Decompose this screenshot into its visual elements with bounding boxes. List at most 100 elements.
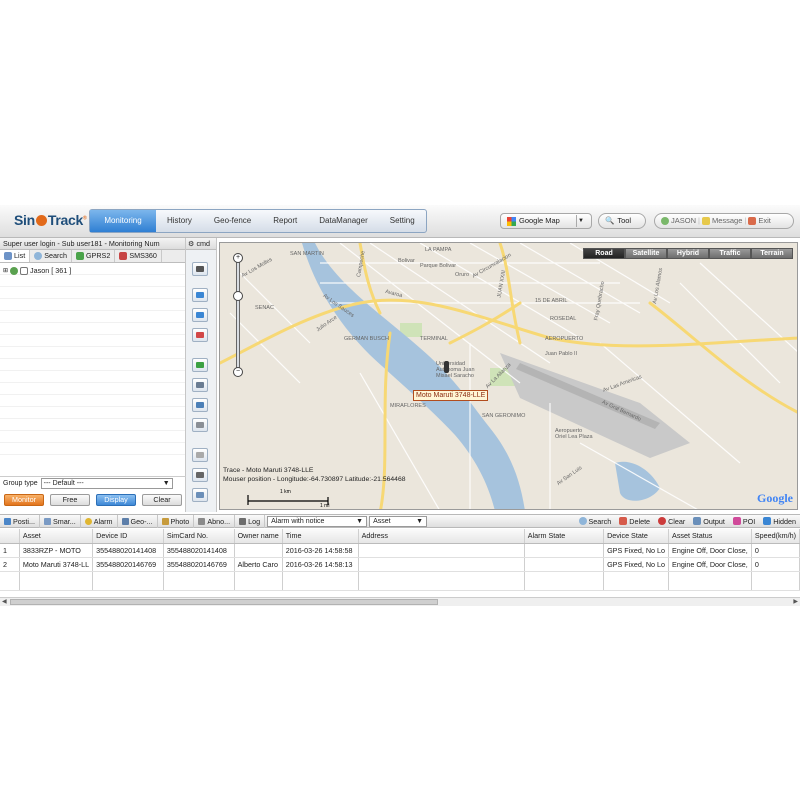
cell: 355488020146769 bbox=[163, 557, 235, 572]
map-type-traffic[interactable]: Traffic bbox=[709, 248, 751, 259]
nav-history[interactable]: History bbox=[156, 210, 203, 232]
command-toolbar: ⚙ cmd bbox=[186, 238, 217, 512]
google-map-icon bbox=[507, 216, 516, 226]
tab-gprs[interactable]: GPRS2 bbox=[72, 250, 116, 262]
cmd-monitor-button[interactable] bbox=[192, 378, 208, 392]
cmd-stop-button[interactable] bbox=[192, 328, 208, 342]
nav-geo-fence[interactable]: Geo-fence bbox=[203, 210, 262, 232]
trace-info: Trace - Moto Maruti 3748-LLE Mouser posi… bbox=[223, 466, 406, 484]
user-name[interactable]: JASON bbox=[671, 214, 696, 228]
map-provider-select[interactable]: Google Map ▼ bbox=[500, 213, 592, 229]
col-owner[interactable]: Owner name bbox=[234, 529, 283, 544]
cmd-phone-button[interactable] bbox=[192, 358, 208, 372]
col-asset[interactable]: Asset bbox=[19, 529, 94, 544]
monitor-button[interactable]: Monitor bbox=[4, 494, 44, 506]
delete-button[interactable]: Delete bbox=[615, 517, 654, 526]
tab-geo[interactable]: Geo-... bbox=[118, 514, 158, 528]
tab-search[interactable]: Search bbox=[30, 250, 72, 262]
map-type-road[interactable]: Road bbox=[583, 248, 625, 259]
vehicle-label[interactable]: Moto Maruti 3748-LLE bbox=[413, 390, 489, 401]
cmd-forward-button[interactable] bbox=[192, 308, 208, 322]
zoom-out-button[interactable]: − bbox=[233, 367, 243, 377]
zoom-in-button[interactable]: + bbox=[233, 253, 243, 263]
message-icon bbox=[701, 217, 710, 225]
col-device-state[interactable]: Device State bbox=[603, 529, 670, 544]
scroll-right-icon[interactable]: ▶ bbox=[793, 598, 798, 605]
col-asset-status[interactable]: Asset Status bbox=[668, 529, 752, 544]
sms-icon bbox=[119, 252, 128, 260]
nav-monitoring[interactable]: Monitoring bbox=[90, 210, 156, 232]
exit-link[interactable]: Exit bbox=[758, 214, 771, 228]
tool-icon: 🔍 bbox=[605, 216, 615, 225]
tab-sms[interactable]: SMS360 bbox=[115, 250, 162, 262]
cmd-photo-button[interactable] bbox=[192, 398, 208, 412]
map-label: AEROPUERTO bbox=[545, 336, 584, 342]
table-row[interactable]: 1 3833RZP - MOTO 355488020141408 3554880… bbox=[0, 543, 800, 558]
col-time[interactable]: Time bbox=[282, 529, 359, 544]
free-button[interactable]: Free bbox=[50, 494, 90, 506]
cmd-settings-button[interactable] bbox=[192, 418, 208, 432]
col-speed[interactable]: Speed(km/h) bbox=[751, 529, 800, 544]
zoom-slider[interactable] bbox=[236, 261, 240, 369]
tab-log[interactable]: Log bbox=[235, 514, 266, 528]
tab-alarm[interactable]: Alarm bbox=[81, 514, 118, 528]
map-view[interactable]: + − Road Satellite Hybrid Traffic Terrai… bbox=[219, 242, 798, 510]
output-button[interactable]: Output bbox=[689, 517, 729, 526]
tab-position[interactable]: Posti... bbox=[0, 514, 40, 528]
table-row[interactable]: 2 Moto Maruti 3748-LL 355488020146769 35… bbox=[0, 557, 800, 572]
group-type-select[interactable]: --- Default --- ▼ bbox=[40, 478, 173, 489]
cell: 0 bbox=[751, 543, 800, 558]
top-bar: Sin Track® Monitoring History Geo-fence R… bbox=[0, 205, 800, 238]
cell: Engine Off, Door Close, bbox=[668, 543, 752, 558]
clear-grid-button[interactable]: Clear bbox=[654, 517, 689, 526]
hidden-button[interactable]: Hidden bbox=[759, 517, 800, 526]
col-device-id[interactable]: Device ID bbox=[92, 529, 164, 544]
tab-smart[interactable]: Smar... bbox=[40, 514, 81, 528]
cell: GPS Fixed, No Lo bbox=[603, 543, 670, 558]
vehicle-marker-icon[interactable] bbox=[444, 361, 449, 373]
col-simcard[interactable]: SimCard No. bbox=[163, 529, 235, 544]
tab-photo[interactable]: Photo bbox=[158, 514, 195, 528]
cmd-filter-button[interactable] bbox=[192, 448, 208, 462]
main-nav: Monitoring History Geo-fence Report Data… bbox=[89, 209, 427, 233]
group-type-row: Group type --- Default --- ▼ bbox=[0, 476, 186, 490]
col-address[interactable]: Address bbox=[358, 529, 525, 544]
cmd-more-button[interactable] bbox=[192, 488, 208, 502]
clear-button[interactable]: Clear bbox=[142, 494, 182, 506]
horizontal-scrollbar[interactable]: ◀ ▶ bbox=[0, 597, 800, 606]
tree-item-jason[interactable]: ⊞ Jason [ 361 ] bbox=[3, 265, 182, 276]
nav-datamanager[interactable]: DataManager bbox=[308, 210, 378, 232]
tool-button[interactable]: 🔍 Tool bbox=[598, 213, 646, 229]
nav-report[interactable]: Report bbox=[262, 210, 308, 232]
asset-filter-select[interactable]: Asset ▼ bbox=[369, 515, 428, 527]
zoom-handle[interactable] bbox=[233, 291, 243, 301]
scroll-left-icon[interactable]: ◀ bbox=[2, 598, 7, 605]
poi-button[interactable]: POI bbox=[729, 517, 759, 526]
map-type-hybrid[interactable]: Hybrid bbox=[667, 248, 709, 259]
alarm-filter-select[interactable]: Alarm with notice ▼ bbox=[267, 515, 368, 527]
map-label: SAN MARTIN bbox=[290, 251, 324, 257]
google-logo: Google bbox=[757, 491, 793, 505]
col-alarm-state[interactable]: Alarm State bbox=[524, 529, 605, 544]
map-type-satellite[interactable]: Satellite bbox=[625, 248, 667, 259]
nav-setting[interactable]: Setting bbox=[379, 210, 426, 232]
display-button[interactable]: Display bbox=[96, 494, 136, 506]
checkbox[interactable] bbox=[20, 266, 29, 275]
tree-item-label: Jason [ 361 ] bbox=[30, 266, 72, 275]
scrollbar-thumb[interactable] bbox=[10, 599, 438, 605]
expand-icon[interactable]: ⊞ bbox=[3, 267, 8, 274]
cmd-screen-button[interactable] bbox=[192, 262, 208, 276]
message-link[interactable]: Message bbox=[712, 214, 742, 228]
tab-abnormal[interactable]: Abno... bbox=[194, 514, 236, 528]
trace-label: Trace - Moto Maruti 3748-LLE bbox=[223, 467, 314, 474]
cmd-wrench-button[interactable] bbox=[192, 468, 208, 482]
search-button[interactable]: Search bbox=[575, 517, 616, 526]
cell: 2016-03-26 14:58:58 bbox=[282, 543, 359, 558]
cell: 355488020141408 bbox=[92, 543, 164, 558]
map-type-terrain[interactable]: Terrain bbox=[751, 248, 793, 259]
cmd-arrow-button[interactable] bbox=[192, 288, 208, 302]
cell: GPS Fixed, No Lo bbox=[603, 557, 670, 572]
hidden-icon bbox=[763, 517, 772, 525]
tab-list[interactable]: List bbox=[0, 250, 31, 262]
clear-icon bbox=[658, 517, 667, 525]
